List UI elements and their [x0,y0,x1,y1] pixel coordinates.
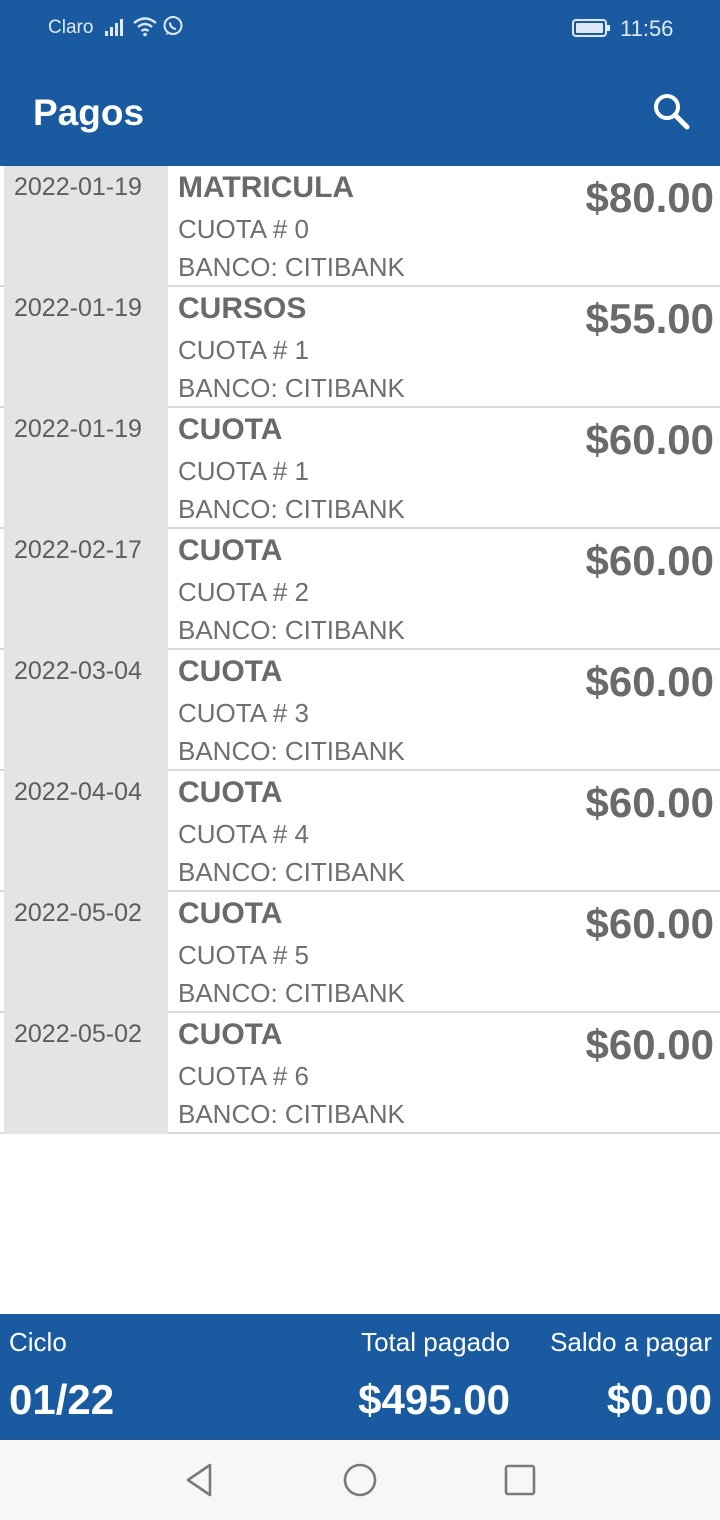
search-icon[interactable] [648,88,694,134]
payment-cuota: CUOTA # 0 [178,214,310,244]
payment-row[interactable]: 2022-02-17 CUOTA CUOTA # 2 BANCO: CITIBA… [0,529,720,650]
payment-bank: BANCO: CITIBANK [178,615,405,645]
payment-concept: CUOTA [178,897,283,930]
payment-date: 2022-02-17 [14,536,142,564]
payments-list: 2022-01-19 MATRICULA CUOTA # 0 BANCO: CI… [0,166,720,1134]
payment-amount: $60.00 [585,900,714,947]
whatsapp-icon [163,16,183,35]
app-bar: Pagos [0,56,720,166]
payment-row[interactable]: 2022-05-02 CUOTA CUOTA # 5 BANCO: CITIBA… [0,892,720,1013]
payment-bank: BANCO: CITIBANK [178,1099,405,1129]
payment-bank: BANCO: CITIBANK [178,978,405,1008]
system-nav-bar [0,1440,720,1520]
payment-amount: $55.00 [585,295,714,342]
payment-row[interactable]: 2022-04-04 CUOTA CUOTA # 4 BANCO: CITIBA… [0,771,720,892]
payment-concept: CUOTA [178,1018,283,1051]
signal-icon [105,19,123,36]
payment-bank: BANCO: CITIBANK [178,736,405,766]
payment-cuota: CUOTA # 1 [178,335,310,365]
payment-date: 2022-01-19 [14,294,142,322]
summary-footer: Ciclo 01/22 Total pagado $495.00 Saldo a… [0,1314,720,1440]
payment-date: 2022-03-04 [14,657,142,685]
payment-row[interactable]: 2022-01-19 CUOTA CUOTA # 1 BANCO: CITIBA… [0,408,720,529]
payment-concept: CURSOS [178,292,307,325]
payment-date: 2022-01-19 [14,415,142,443]
payment-bank: BANCO: CITIBANK [178,857,405,887]
payment-concept: MATRICULA [178,171,355,204]
payment-amount: $60.00 [585,537,714,584]
payment-row[interactable]: 2022-01-19 CURSOS CUOTA # 1 BANCO: CITIB… [0,287,720,408]
home-icon[interactable] [340,1460,380,1500]
payment-concept: CUOTA [178,413,283,446]
payment-date: 2022-05-02 [14,1020,142,1048]
ciclo-value: 01/22 [9,1376,115,1423]
status-icons [104,15,184,37]
status-bar: Claro 11:56 [0,0,720,56]
balance-label: Saldo a pagar [550,1327,712,1357]
payment-concept: CUOTA [178,655,283,688]
payment-amount: $60.00 [585,658,714,705]
payment-row[interactable]: 2022-01-19 MATRICULA CUOTA # 0 BANCO: CI… [0,166,720,287]
payment-concept: CUOTA [178,534,283,567]
payment-row[interactable]: 2022-03-04 CUOTA CUOTA # 3 BANCO: CITIBA… [0,650,720,771]
payment-bank: BANCO: CITIBANK [178,252,405,282]
battery-icon [572,19,610,37]
payment-date: 2022-01-19 [14,173,142,201]
ciclo-label: Ciclo [9,1327,67,1357]
payment-cuota: CUOTA # 3 [178,698,310,728]
payment-bank: BANCO: CITIBANK [178,494,405,524]
recents-icon[interactable] [500,1460,540,1500]
page-title: Pagos [33,92,145,133]
payment-amount: $60.00 [585,779,714,826]
balance-value: $0.00 [606,1376,712,1423]
payment-amount: $60.00 [585,416,714,463]
payment-cuota: CUOTA # 2 [178,577,310,607]
payment-cuota: CUOTA # 4 [178,819,310,849]
status-time: 11:56 [620,16,674,41]
carrier-name: Claro [48,17,94,38]
payment-concept: CUOTA [178,776,283,809]
payment-bank: BANCO: CITIBANK [178,373,405,403]
payment-cuota: CUOTA # 5 [178,940,310,970]
payment-cuota: CUOTA # 6 [178,1061,310,1091]
total-paid-label: Total pagado [361,1327,510,1357]
payment-row[interactable]: 2022-05-02 CUOTA CUOTA # 6 BANCO: CITIBA… [0,1013,720,1134]
total-paid-value: $495.00 [358,1376,510,1423]
payment-amount: $80.00 [585,174,714,221]
payment-date: 2022-04-04 [14,778,142,806]
payment-cuota: CUOTA # 1 [178,456,310,486]
wifi-icon [133,17,157,37]
back-icon[interactable] [180,1460,220,1500]
payment-amount: $60.00 [585,1021,714,1068]
payment-date: 2022-05-02 [14,899,142,927]
